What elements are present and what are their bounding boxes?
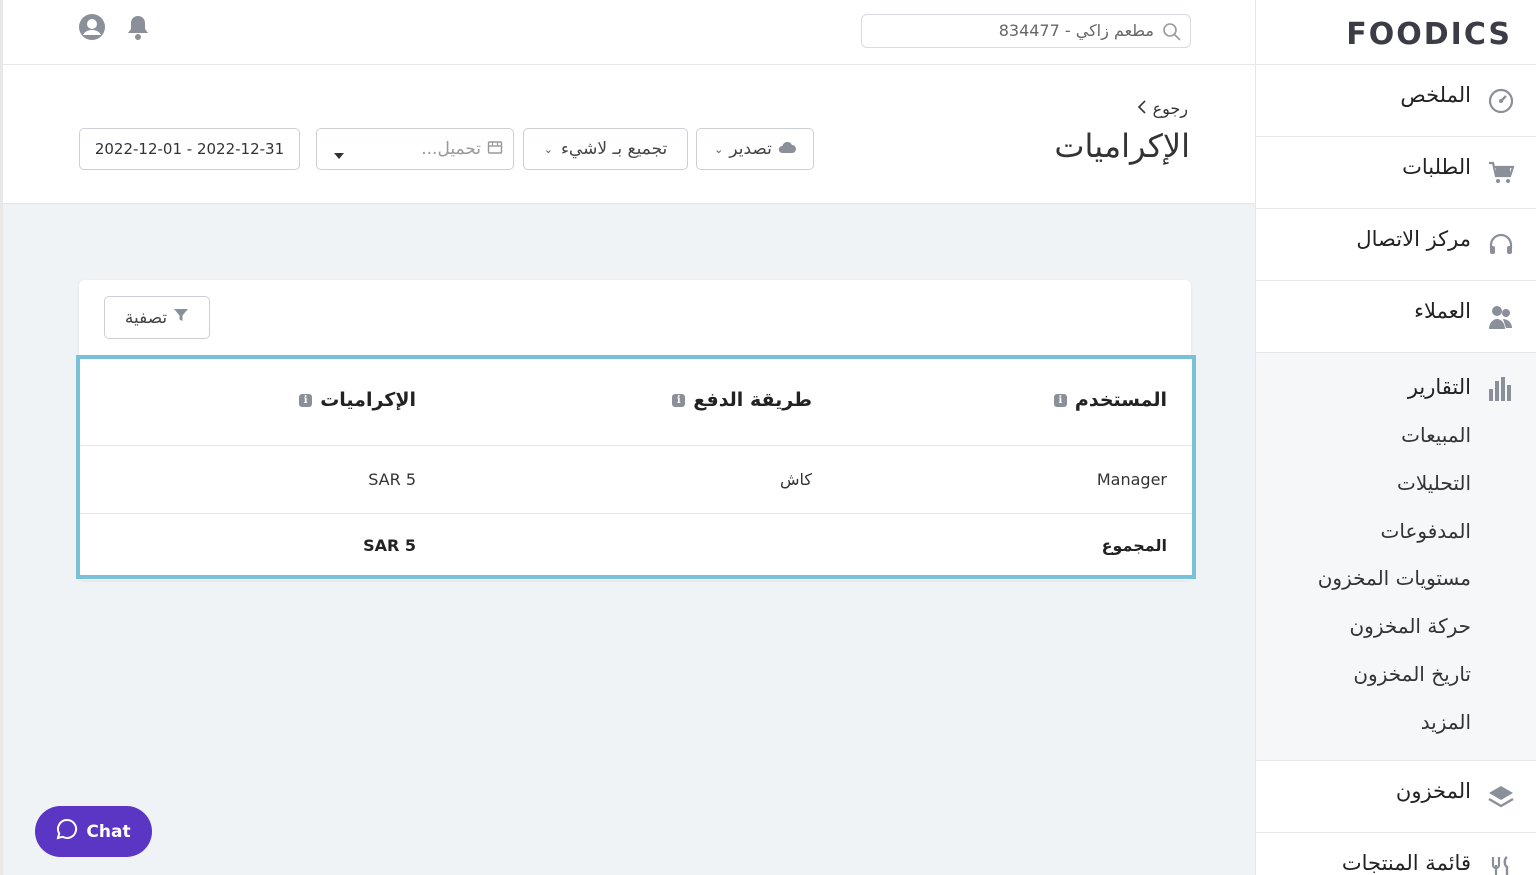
cell-tips: SAR 5: [368, 470, 416, 489]
export-button[interactable]: تصدير ⌄: [696, 128, 814, 170]
filter-button[interactable]: تصفية: [104, 296, 210, 339]
sidebar-subitem-payments[interactable]: المدفوعات: [1381, 519, 1471, 543]
sidebar-subitem-sales[interactable]: المبيعات: [1401, 423, 1471, 447]
info-icon[interactable]: i: [672, 393, 686, 407]
column-header-label: طريقة الدفع: [693, 389, 812, 411]
speedometer-icon: [1487, 87, 1515, 115]
sidebar-item-label: العملاء: [1414, 299, 1471, 323]
page-title: الإكراميات: [1054, 127, 1190, 165]
user-account-icon[interactable]: [78, 13, 106, 41]
sidebar-item-call-center[interactable]: مركز الاتصال: [1256, 208, 1536, 280]
back-label: رجوع: [1152, 99, 1188, 118]
chevron-down-icon: ⌄: [714, 142, 724, 156]
cloud-icon: [778, 139, 796, 159]
fork-knife-icon: [1487, 855, 1515, 875]
top-bar: مطعم زاكي - 834477: [3, 0, 1258, 65]
sidebar-subitem-inventory-movement[interactable]: حركة المخزون: [1349, 614, 1471, 638]
date-range-value: 2022-12-01 - 2022-12-31: [94, 140, 285, 158]
sidebar-subitem-more[interactable]: المزيد: [1421, 710, 1471, 734]
info-icon[interactable]: i: [299, 393, 313, 407]
foodics-logo[interactable]: FOODICS: [1346, 17, 1512, 52]
branch-placeholder: تحميل...: [421, 139, 481, 159]
column-header-label: المستخدم: [1074, 389, 1167, 411]
chat-bubble-icon: [56, 818, 78, 845]
layers-icon: [1487, 783, 1515, 811]
chat-button[interactable]: Chat: [35, 806, 152, 857]
back-link[interactable]: رجوع: [1137, 99, 1188, 118]
sidebar-item-label: مركز الاتصال: [1356, 227, 1471, 251]
sidebar-item-dashboard[interactable]: الملخص: [1256, 64, 1536, 136]
sidebar-subitem-analytics[interactable]: التحليلات: [1397, 471, 1471, 495]
users-icon: [1487, 303, 1515, 331]
tips-table: المستخدم i طريقة الدفع i الإكراميات i Ma…: [76, 355, 1196, 579]
column-header-label: الإكراميات: [320, 389, 416, 411]
table-row: Manager كاش SAR 5: [80, 446, 1192, 514]
sidebar-item-inventory[interactable]: المخزون: [1256, 760, 1536, 832]
sidebar-item-orders[interactable]: الطلبات: [1256, 136, 1536, 208]
search-input[interactable]: مطعم زاكي - 834477: [861, 14, 1191, 48]
column-header-payment[interactable]: طريقة الدفع i: [672, 389, 812, 411]
date-range-picker[interactable]: 2022-12-01 - 2022-12-31: [79, 128, 300, 170]
table-total-row: المجموع SAR 5: [80, 514, 1192, 576]
bell-icon[interactable]: [124, 13, 152, 41]
table-header-row: المستخدم i طريقة الدفع i الإكراميات i: [80, 359, 1192, 446]
sidebar-subitem-inventory-history[interactable]: تاريخ المخزون: [1353, 662, 1471, 686]
store-icon: [487, 139, 503, 160]
chevron-left-icon: [1137, 99, 1147, 118]
sidebar-item-label: الملخص: [1400, 83, 1471, 107]
sidebar-section-reports: التقارير المبيعات التحليلات المدفوعات مس…: [1256, 352, 1536, 760]
search-value: مطعم زاكي - 834477: [998, 21, 1154, 40]
filter-label: تصفية: [124, 307, 168, 328]
search-icon: [1162, 22, 1182, 42]
branch-select[interactable]: تحميل...: [316, 128, 514, 170]
info-icon[interactable]: i: [1053, 393, 1067, 407]
column-header-tips[interactable]: الإكراميات i: [299, 389, 416, 411]
sidebar-item-customers[interactable]: العملاء: [1256, 280, 1536, 352]
sidebar-subitem-inventory-levels[interactable]: مستويات المخزون: [1318, 566, 1471, 590]
cart-icon: [1487, 159, 1515, 187]
sidebar-item-reports[interactable]: التقارير: [1408, 375, 1471, 399]
bar-chart-icon: [1487, 375, 1515, 403]
headset-icon: [1487, 231, 1515, 259]
group-by-button[interactable]: تجميع بـ لاشيء ⌄: [523, 128, 688, 170]
filter-icon: [173, 307, 189, 328]
total-label: المجموع: [1101, 536, 1167, 555]
chevron-down-icon: ⌄: [543, 142, 553, 156]
caret-down-icon: [333, 145, 345, 165]
sidebar-item-label: الطلبات: [1402, 155, 1471, 179]
sidebar-item-menu[interactable]: قائمة المنتجات: [1256, 832, 1536, 875]
group-label: تجميع بـ لاشيء: [560, 139, 668, 159]
sidebar-item-label: المخزون: [1395, 779, 1471, 803]
chat-label: Chat: [86, 821, 131, 842]
total-tips: SAR 5: [363, 536, 416, 555]
sidebar-item-label: قائمة المنتجات: [1341, 851, 1471, 875]
cell-user: Manager: [1096, 470, 1167, 489]
page-header: رجوع الإكراميات تصدير ⌄ تجميع بـ لاشيء ⌄…: [3, 65, 1258, 204]
main-area: مطعم زاكي - 834477 رجوع الإكراميات تصدير…: [0, 0, 1258, 875]
sidebar: FOODICS الملخص الطلبات مركز الاتصال العم…: [1255, 0, 1536, 875]
column-header-user[interactable]: المستخدم i: [1053, 389, 1167, 411]
cell-payment: كاش: [779, 470, 812, 489]
export-label: تصدير: [729, 139, 772, 159]
